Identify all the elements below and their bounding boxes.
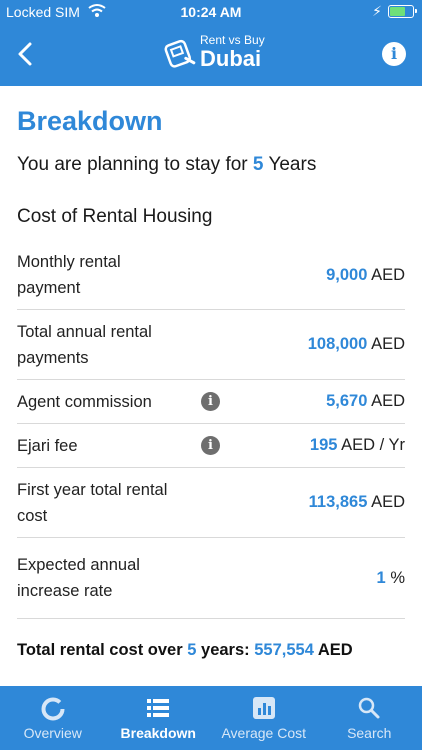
stay-suffix: Years <box>268 154 317 175</box>
stay-years: 5 <box>252 154 264 175</box>
ring-icon <box>40 696 66 725</box>
rental-cost-table: Monthly rental payment 9,000 AED Total an… <box>17 241 405 619</box>
tab-label: Breakdown <box>120 725 196 741</box>
tab-label: Search <box>347 725 392 741</box>
row-value: 9,000 AED <box>326 265 405 284</box>
tab-overview[interactable]: Overview <box>0 686 106 750</box>
status-time: 10:24 AM <box>180 4 242 20</box>
nav-bar: Rent vs Buy Dubai i <box>0 24 422 86</box>
stay-prefix: You are planning to stay for <box>17 154 248 175</box>
table-row: Expected annual increase rate 1 % <box>17 538 405 619</box>
table-row: Agent commission i 5,670 AED <box>17 380 405 424</box>
row-label: Expected annual increase rate <box>17 556 140 600</box>
app-brand: Rent vs Buy Dubai <box>200 34 265 71</box>
info-icon: i <box>390 44 398 63</box>
total-rental-cost: Total rental cost over 5 years: 557,554 … <box>17 641 353 659</box>
row-label: Total annual rental payments <box>17 322 152 367</box>
tab-search[interactable]: Search <box>317 686 422 750</box>
info-icon[interactable]: i <box>201 436 220 455</box>
stay-duration: You are planning to stay for 5 Years <box>17 154 316 176</box>
tab-bar: Overview Breakdown Average Cost Search <box>0 686 422 750</box>
table-row: Total annual rental payments 108,000 AED <box>17 310 405 380</box>
row-value: 108,000 AED <box>307 335 405 353</box>
search-icon <box>357 696 381 723</box>
table-row: First year total rental cost 113,865 AED <box>17 468 405 538</box>
row-label: Agent commission <box>17 392 152 411</box>
chevron-left-icon <box>18 42 32 66</box>
info-button[interactable]: i <box>382 42 406 66</box>
info-icon[interactable]: i <box>201 392 220 411</box>
back-button[interactable] <box>12 38 40 70</box>
section-title: Cost of Rental Housing <box>17 206 213 227</box>
charging-icon: ⚡ <box>372 3 382 19</box>
bar-chart-icon <box>252 696 276 723</box>
battery-icon <box>388 5 417 18</box>
row-value: 5,670 AED <box>326 392 405 410</box>
row-value: 113,865 AED <box>308 493 405 511</box>
table-row: Monthly rental payment 9,000 AED <box>17 241 405 310</box>
tab-average-cost[interactable]: Average Cost <box>211 686 317 750</box>
row-value: 1 % <box>376 568 405 587</box>
app-logo-icon <box>160 34 200 74</box>
status-bar: Locked SIM 10:24 AM ⚡ <box>0 0 422 24</box>
brand-title: Dubai <box>200 46 262 71</box>
tab-label: Overview <box>23 725 82 741</box>
row-value: 195 AED / Yr <box>309 436 405 454</box>
row-label: Monthly rental payment <box>17 253 121 297</box>
breakdown-content: Breakdown You are planning to stay for 5… <box>0 86 422 686</box>
tab-label: Average Cost <box>221 725 307 741</box>
list-icon <box>145 696 171 723</box>
row-label: Ejari fee <box>17 436 78 455</box>
table-row: Ejari fee i 195 AED / Yr <box>17 424 405 468</box>
row-label: First year total rental cost <box>17 480 168 525</box>
tab-breakdown[interactable]: Breakdown <box>106 686 212 750</box>
page-title: Breakdown <box>17 106 163 136</box>
